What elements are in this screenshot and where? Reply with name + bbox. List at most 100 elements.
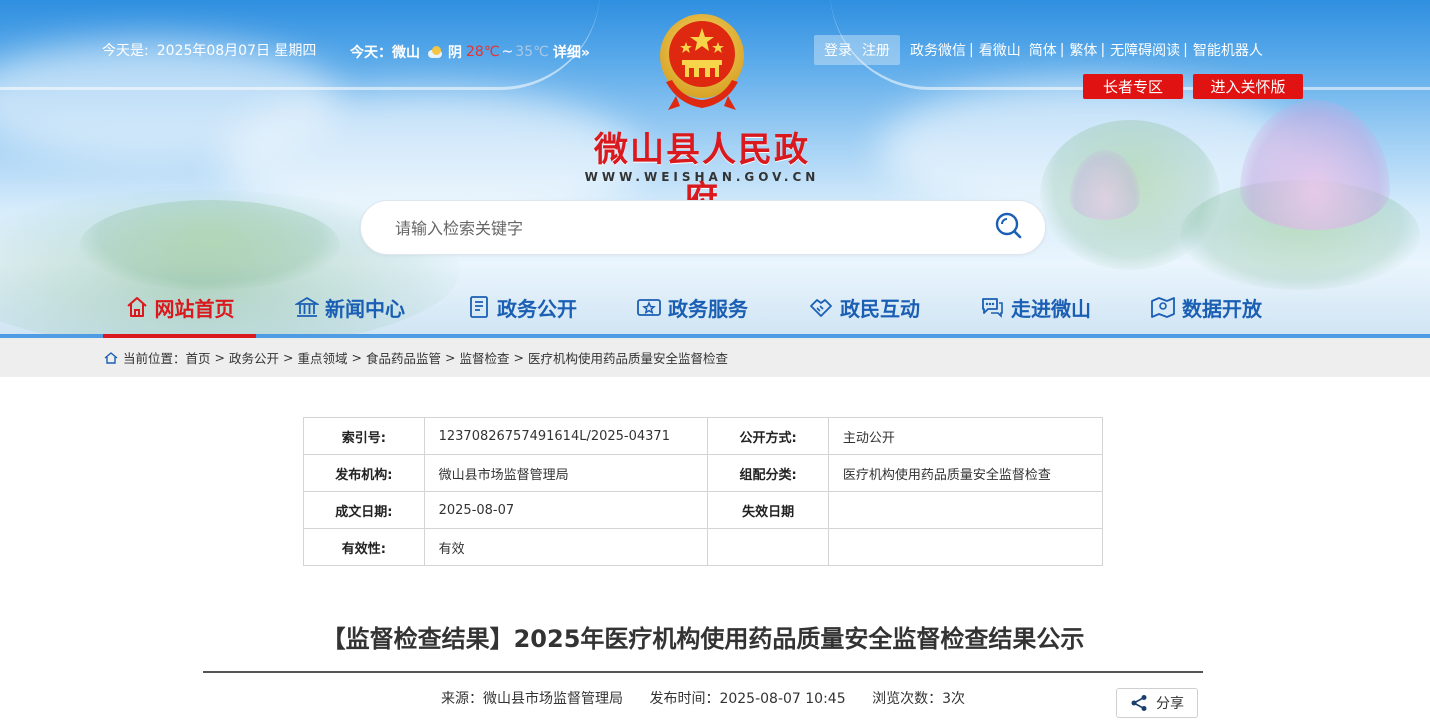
- nav-item-home[interactable]: 网站首页: [103, 280, 256, 338]
- nav-label: 数据开放: [1182, 296, 1262, 321]
- page: 今天是: 2025年08月07日 星期四 今天： 微山 阴 28℃ ~ 35℃ …: [0, 0, 1430, 727]
- nav-item-news[interactable]: 新闻中心: [290, 280, 410, 334]
- robot-link[interactable]: 智能机器人: [1193, 40, 1263, 60]
- breadcrumb-item[interactable]: 食品药品监管: [366, 348, 441, 367]
- article-publish-time: 发布时间：2025-08-07 10:45: [649, 691, 846, 707]
- validity-value: 有效: [423, 528, 709, 566]
- date-label: 成文日期:: [303, 491, 425, 529]
- nav-label: 网站首页: [154, 296, 235, 321]
- breadcrumb-item[interactable]: 重点领域: [298, 348, 348, 367]
- weather-low: 35℃: [515, 44, 549, 60]
- login-link[interactable]: 登录: [824, 40, 852, 60]
- top-links: 登录 注册 政务微信 | 看微山 简体 | 繁体 | 无障碍阅读 | 智能机器人: [814, 35, 1263, 65]
- index-value: 12370826757491614L/2025-04371: [423, 417, 709, 455]
- table-row: 有效性: 有效: [303, 528, 1104, 566]
- breadcrumb-separator: >: [513, 350, 525, 365]
- accessibility-link[interactable]: 无障碍阅读: [1110, 40, 1180, 60]
- utility-links: 政务微信 | 看微山 简体 | 繁体 | 无障碍阅读 | 智能机器人: [910, 40, 1263, 60]
- home-icon: [126, 297, 147, 317]
- table-row: 发布机构: 微山县市场监督管理局 组配分类: 医疗机构使用药品质量安全监督检查: [303, 454, 1104, 492]
- table-row: 成文日期: 2025-08-07 失效日期: [303, 491, 1104, 529]
- share-icon: [1131, 695, 1147, 711]
- date-value: 2025-08-07: [423, 491, 709, 529]
- divider: |: [969, 42, 974, 58]
- article-meta: 来源：微山县市场监督管理局 发布时间：2025-08-07 10:45 浏览次数…: [203, 688, 1203, 708]
- breadcrumb-separator: >: [445, 350, 456, 365]
- nav-label: 走进微山: [1011, 296, 1091, 321]
- share-label: 分享: [1156, 696, 1184, 712]
- care-version-button[interactable]: 进入关怀版: [1193, 74, 1303, 99]
- building-icon: [295, 296, 319, 317]
- weather-high: 28℃: [466, 44, 500, 60]
- breadcrumb-item[interactable]: 监督检查: [460, 348, 510, 367]
- article-title: 【监督检查结果】2025年医疗机构使用药品质量安全监督检查结果公示: [321, 625, 1085, 653]
- expire-value: [827, 491, 1104, 529]
- breadcrumb: 当前位置： 首页 > 政务公开 > 重点领域 > 食品药品监管 > 监督检查 > 医疗机构…: [104, 348, 728, 367]
- category-value: 医疗机构使用药品质量安全监督检查: [827, 454, 1104, 492]
- nav-label: 新闻中心: [325, 296, 405, 321]
- publisher-value: 微山县市场监督管理局: [423, 454, 709, 492]
- share-button[interactable]: 分享: [1116, 688, 1198, 718]
- breadcrumb-separator: >: [283, 350, 294, 365]
- wechat-link[interactable]: 政务微信: [910, 40, 966, 60]
- banner-leaf: [80, 200, 340, 290]
- disclosure-value: 主动公开: [827, 417, 1104, 455]
- nav-item-about-weishan[interactable]: 走进微山: [975, 280, 1095, 334]
- date-label: 今天是:: [102, 43, 149, 59]
- breadcrumb-item[interactable]: 政务公开: [229, 348, 279, 367]
- handshake-icon: [810, 299, 832, 317]
- site-url: WWW.WEISHAN.GOV.CN: [584, 170, 820, 184]
- breadcrumb-separator: >: [351, 350, 363, 365]
- map-icon: [1151, 297, 1175, 318]
- publisher-label: 发布机构:: [303, 454, 425, 492]
- nav-item-gov-affairs[interactable]: 政务公开: [462, 280, 582, 334]
- auth-box: 登录 注册: [814, 35, 900, 65]
- simplified-link[interactable]: 简体: [1029, 40, 1057, 60]
- breadcrumb-item[interactable]: 医疗机构使用药品质量安全监督检查: [528, 348, 728, 367]
- nav-label: 政民互动: [840, 296, 920, 321]
- index-label: 索引号:: [303, 417, 425, 455]
- breadcrumb-separator: >: [214, 350, 226, 365]
- chat-icon: [982, 298, 1003, 318]
- nav-label: 政务服务: [668, 296, 748, 321]
- search-icon[interactable]: [993, 210, 1023, 240]
- nav-item-interaction[interactable]: 政民互动: [804, 280, 924, 334]
- empty-cell: [707, 528, 829, 566]
- service-icon: [637, 299, 661, 316]
- national-emblem-icon: [660, 14, 744, 110]
- divider: |: [1183, 42, 1188, 58]
- document-icon: [470, 296, 488, 318]
- category-label: 组配分类:: [707, 454, 829, 492]
- empty-cell: [827, 528, 1104, 566]
- breadcrumb-item[interactable]: 首页: [186, 348, 211, 367]
- article-views: 浏览次数：3次: [872, 691, 965, 707]
- elder-zone-button[interactable]: 长者专区: [1083, 74, 1183, 99]
- weather-widget: 今天： 微山 阴 28℃ ~ 35℃ 详细»: [350, 42, 590, 62]
- disclosure-label: 公开方式:: [707, 417, 829, 455]
- today-date: 今天是: 2025年08月07日 星期四: [102, 40, 316, 60]
- weather-condition: 阴: [448, 45, 462, 61]
- weather-detail-link[interactable]: 详细»: [553, 42, 590, 62]
- validity-label: 有效性:: [303, 528, 425, 566]
- home-icon: [104, 351, 118, 364]
- traditional-link[interactable]: 繁体: [1069, 40, 1097, 60]
- breadcrumb-label: 当前位置：: [123, 351, 186, 366]
- title-divider: [203, 671, 1203, 673]
- table-row: 索引号: 12370826757491614L/2025-04371 公开方式:…: [303, 417, 1104, 455]
- search-box: [360, 200, 1046, 255]
- article-source: 来源：微山县市场监督管理局: [441, 691, 623, 707]
- divider: |: [1100, 42, 1106, 58]
- divider: |: [1059, 42, 1065, 58]
- weather-separator: ~: [501, 44, 514, 60]
- weather-label: 今天：: [350, 45, 392, 61]
- main-nav: 网站首页 新闻中心 政务公开 政务服务 政民互动 走进微山 数据开放: [0, 280, 1430, 338]
- date-value: 2025年08月07日 星期四: [156, 43, 317, 59]
- watch-weishan-link[interactable]: 看微山: [979, 40, 1021, 60]
- search-input[interactable]: [395, 215, 955, 241]
- nav-item-gov-service[interactable]: 政务服务: [632, 280, 752, 334]
- expire-label: 失效日期: [707, 491, 829, 529]
- nav-item-open-data[interactable]: 数据开放: [1146, 280, 1266, 334]
- weather-city: 微山: [392, 45, 420, 61]
- nav-label: 政务公开: [497, 296, 577, 321]
- register-link[interactable]: 注册: [862, 40, 890, 60]
